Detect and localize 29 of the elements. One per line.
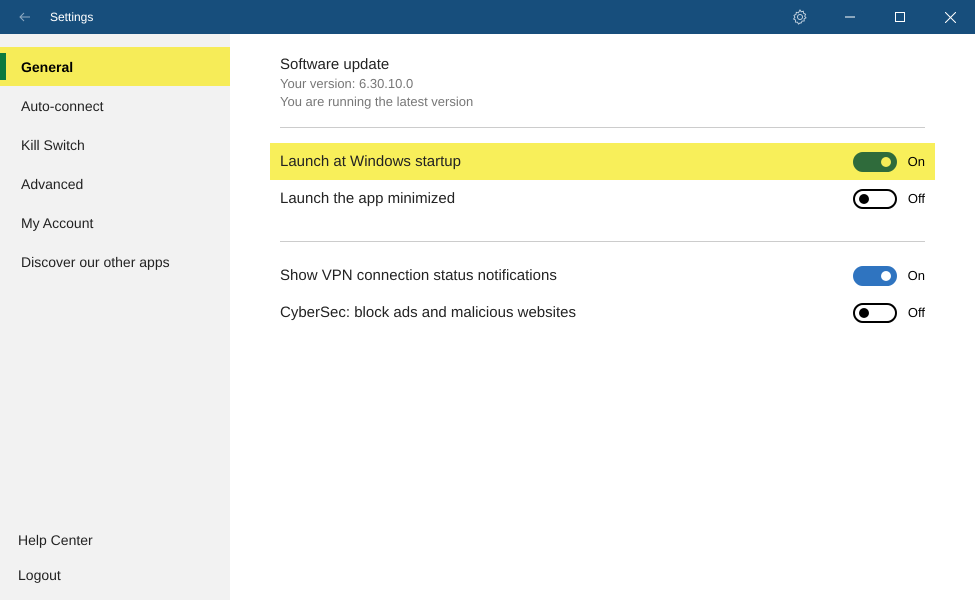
setting-label: CyberSec: block ads and malicious websites — [280, 304, 577, 321]
toggle-state: Off — [906, 191, 925, 206]
sidebar-item[interactable]: My Account — [0, 203, 230, 242]
window-title: Settings — [50, 10, 94, 24]
sidebar-item[interactable]: General — [0, 47, 230, 86]
toggle-state: On — [906, 268, 925, 283]
toggle-switch[interactable] — [853, 188, 897, 208]
toggle-state: Off — [906, 305, 925, 320]
close-icon[interactable] — [944, 12, 956, 22]
sidebar-item[interactable]: Auto-connect — [0, 86, 230, 125]
setting-label: Launch the app minimized — [280, 190, 456, 207]
maximize-icon[interactable] — [895, 12, 905, 22]
toggle-state: On — [906, 154, 925, 169]
setting-label: Show VPN connection status notifications — [280, 267, 558, 284]
version-text: You are running the latest version — [280, 94, 474, 109]
settings-icon[interactable] — [792, 9, 808, 25]
toggle-switch[interactable] — [853, 302, 897, 322]
sidebar-link[interactable]: Help Center — [0, 522, 230, 557]
minimize-icon[interactable] — [845, 16, 855, 18]
setting-label: Launch at Windows startup — [280, 153, 462, 170]
sidebar-item[interactable]: Advanced — [0, 164, 230, 203]
sidebar-item[interactable]: Kill Switch — [0, 125, 230, 164]
back-arrow-icon[interactable] — [19, 12, 31, 22]
sidebar-item[interactable]: Discover our other apps — [0, 242, 230, 281]
toggle-switch[interactable] — [853, 266, 897, 286]
sidebar-link[interactable]: Logout — [0, 557, 230, 592]
toggle-switch[interactable] — [853, 152, 897, 172]
version-text: Your version: 6.30.10.0 — [280, 76, 414, 91]
section-title: Software update — [280, 56, 390, 73]
